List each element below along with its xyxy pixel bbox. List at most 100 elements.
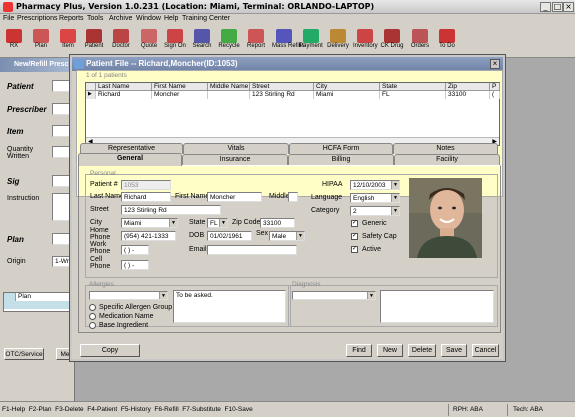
- city-dropdown-icon[interactable]: ▼: [169, 219, 177, 227]
- diagnosis-dropdown[interactable]: ▼: [292, 291, 376, 300]
- language-dropdown-icon[interactable]: ▼: [391, 194, 399, 202]
- col-zip[interactable]: Zip: [446, 83, 490, 91]
- menu-file[interactable]: File: [3, 15, 14, 22]
- col-middle-name[interactable]: Middle Name: [208, 83, 250, 91]
- allergy-dropdown-icon[interactable]: ▼: [159, 292, 167, 299]
- tab-notes[interactable]: Notes: [393, 143, 498, 154]
- cell-first-name[interactable]: Moncher: [152, 91, 208, 99]
- zip-field[interactable]: 33100: [260, 218, 295, 228]
- close-button[interactable]: ×: [563, 2, 574, 12]
- menu-training-center[interactable]: Training Center: [182, 15, 230, 22]
- toolbar-plan-button[interactable]: Plan: [29, 28, 53, 56]
- first-name-field[interactable]: Moncher: [207, 192, 262, 202]
- find-button[interactable]: Find: [346, 344, 372, 357]
- patient-file-close-button[interactable]: ×: [490, 59, 500, 69]
- sig-field[interactable]: [52, 175, 72, 187]
- col-first-name[interactable]: First Name: [152, 83, 208, 91]
- menu-help[interactable]: Help: [164, 15, 178, 22]
- row-selector[interactable]: ▶: [86, 91, 96, 99]
- allergy-dropdown[interactable]: ▼: [89, 291, 168, 300]
- toolbar-sign-on-button[interactable]: Sign On: [163, 28, 187, 56]
- category-dropdown[interactable]: 2 ▼: [350, 206, 400, 216]
- cell-middle-name[interactable]: [208, 91, 250, 99]
- toolbar-inventory-button[interactable]: Inventory: [353, 28, 378, 56]
- home-phone-field[interactable]: (954) 421-1333: [121, 231, 176, 241]
- col-last-name[interactable]: Last Name: [96, 83, 152, 91]
- plan-field[interactable]: [52, 233, 72, 245]
- cell-p[interactable]: (: [490, 91, 500, 99]
- menu-tools[interactable]: Tools: [87, 15, 103, 22]
- prescriber-field[interactable]: [52, 103, 72, 115]
- toolbar-payment-button[interactable]: Payment: [299, 28, 323, 56]
- maximize-button[interactable]: □: [552, 2, 563, 12]
- medication-name-radio[interactable]: [89, 313, 96, 320]
- allergen-group-radio[interactable]: [89, 304, 96, 311]
- city-dropdown[interactable]: Miami ▼: [121, 218, 178, 228]
- toolbar-mass-refills-button[interactable]: Mass Refills: [272, 28, 304, 56]
- state-dropdown-icon[interactable]: ▼: [219, 219, 227, 227]
- tab-general[interactable]: General: [78, 153, 182, 166]
- state-dropdown[interactable]: FL ▼: [207, 218, 228, 228]
- diagnosis-notes[interactable]: [380, 290, 494, 323]
- menu-archive[interactable]: Archive: [109, 15, 132, 22]
- save-button[interactable]: Save: [441, 344, 467, 357]
- hipaa-dropdown[interactable]: 12/10/2003 ▼: [350, 180, 400, 190]
- tab-facility[interactable]: Facility: [394, 154, 500, 165]
- toolbar-to-do-button[interactable]: To Do: [435, 28, 459, 56]
- copy-button[interactable]: Copy: [80, 344, 140, 357]
- toolbar-recycle-button[interactable]: Recycle: [217, 28, 241, 56]
- tab-billing[interactable]: Billing: [288, 154, 394, 165]
- dob-field[interactable]: 01/02/1961: [207, 231, 252, 241]
- safety-cap-checkbox[interactable]: ✓: [351, 233, 358, 240]
- quantity-field[interactable]: [52, 146, 72, 158]
- cell-city[interactable]: Miami: [314, 91, 380, 99]
- col-city[interactable]: City: [314, 83, 380, 91]
- cell-state[interactable]: FL: [380, 91, 446, 99]
- cell-street[interactable]: 123 Stirling Rd: [250, 91, 314, 99]
- work-phone-field[interactable]: ( ) -: [121, 245, 149, 255]
- sex-dropdown[interactable]: Male ▼: [269, 231, 305, 241]
- delete-button[interactable]: Delete: [408, 344, 436, 357]
- instruction-field[interactable]: [52, 193, 72, 221]
- col-p[interactable]: P: [490, 83, 500, 91]
- hipaa-dropdown-icon[interactable]: ▼: [391, 181, 399, 189]
- toolbar-patient-button[interactable]: Patient: [82, 28, 106, 56]
- allergy-notes[interactable]: To be asked.: [173, 290, 286, 323]
- tab-insurance[interactable]: Insurance: [182, 154, 288, 165]
- tab-vitals[interactable]: Vitals: [183, 143, 289, 154]
- minimize-button[interactable]: _: [540, 2, 551, 12]
- email-field[interactable]: [207, 245, 297, 255]
- cell-zip[interactable]: 33100: [446, 91, 490, 99]
- toolbar-search-button[interactable]: Search: [190, 28, 214, 56]
- col-street[interactable]: Street: [250, 83, 314, 91]
- cancel-button[interactable]: Cancel: [472, 344, 499, 357]
- col-state[interactable]: State: [380, 83, 446, 91]
- diagnosis-dropdown-icon[interactable]: ▼: [367, 292, 375, 299]
- item-field[interactable]: [52, 125, 72, 137]
- menu-window[interactable]: Window: [136, 15, 161, 22]
- toolbar-quote-button[interactable]: Quote: [137, 28, 161, 56]
- toolbar-item-button[interactable]: Item: [56, 28, 80, 56]
- base-ingredient-radio[interactable]: [89, 322, 96, 329]
- new-button[interactable]: New: [377, 344, 403, 357]
- otc-service-tab[interactable]: OTC/Service: [4, 348, 44, 360]
- sex-dropdown-icon[interactable]: ▼: [296, 232, 304, 240]
- category-dropdown-icon[interactable]: ▼: [391, 207, 399, 215]
- menu-reports[interactable]: Reports: [59, 15, 84, 22]
- cell-last-name[interactable]: Richard: [96, 91, 152, 99]
- last-name-field[interactable]: Richard: [121, 192, 171, 202]
- toolbar-doctor-button[interactable]: Doctor: [109, 28, 133, 56]
- toolbar-rx-button[interactable]: RX: [2, 28, 26, 56]
- middle-field[interactable]: [288, 192, 298, 202]
- active-checkbox[interactable]: ✓: [351, 246, 358, 253]
- generic-checkbox[interactable]: ✓: [351, 220, 358, 227]
- tab-hcfa-form[interactable]: HCFA Form: [289, 143, 393, 154]
- patient-field[interactable]: [52, 80, 72, 92]
- toolbar-orders-button[interactable]: Orders: [408, 28, 432, 56]
- toolbar-report-button[interactable]: Report: [244, 28, 268, 56]
- cell-phone-field[interactable]: ( ) -: [121, 260, 149, 270]
- plan-grid-row[interactable]: [4, 301, 72, 309]
- toolbar-ck-drug-button[interactable]: CK Drug: [380, 28, 404, 56]
- toolbar-delivery-button[interactable]: Delivery: [326, 28, 350, 56]
- menu-prescriptions[interactable]: Prescriptions: [17, 15, 57, 22]
